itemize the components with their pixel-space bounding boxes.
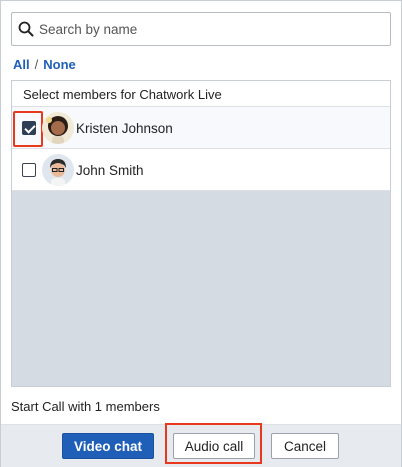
links-separator: / [34,57,39,72]
audio-call-button[interactable]: Audio call [173,433,255,459]
member-row[interactable]: John Smith [12,149,390,191]
call-status-text: Start Call with 1 members [11,399,160,414]
select-links: All / None [13,57,76,72]
call-dialog: All / None Select members for Chatwork Liv… [0,0,402,467]
avatar [42,154,74,186]
member-checkbox[interactable] [22,121,36,135]
member-name: Kristen Johnson [76,121,173,136]
search-box[interactable] [11,12,391,46]
cancel-button[interactable]: Cancel [271,433,339,459]
member-name: John Smith [76,163,144,178]
search-icon [18,21,34,37]
dialog-footer: Video chat Audio call Cancel [1,424,401,467]
select-none-link[interactable]: None [43,57,76,72]
search-input[interactable] [39,14,369,44]
select-all-link[interactable]: All [13,57,30,72]
member-checkbox[interactable] [22,163,36,177]
avatar [42,112,74,144]
member-row[interactable]: Kristen Johnson [12,107,390,149]
video-chat-button[interactable]: Video chat [62,433,154,459]
member-list-panel: Select members for Chatwork Live Kristen… [11,80,391,387]
member-list-header: Select members for Chatwork Live [12,81,390,107]
